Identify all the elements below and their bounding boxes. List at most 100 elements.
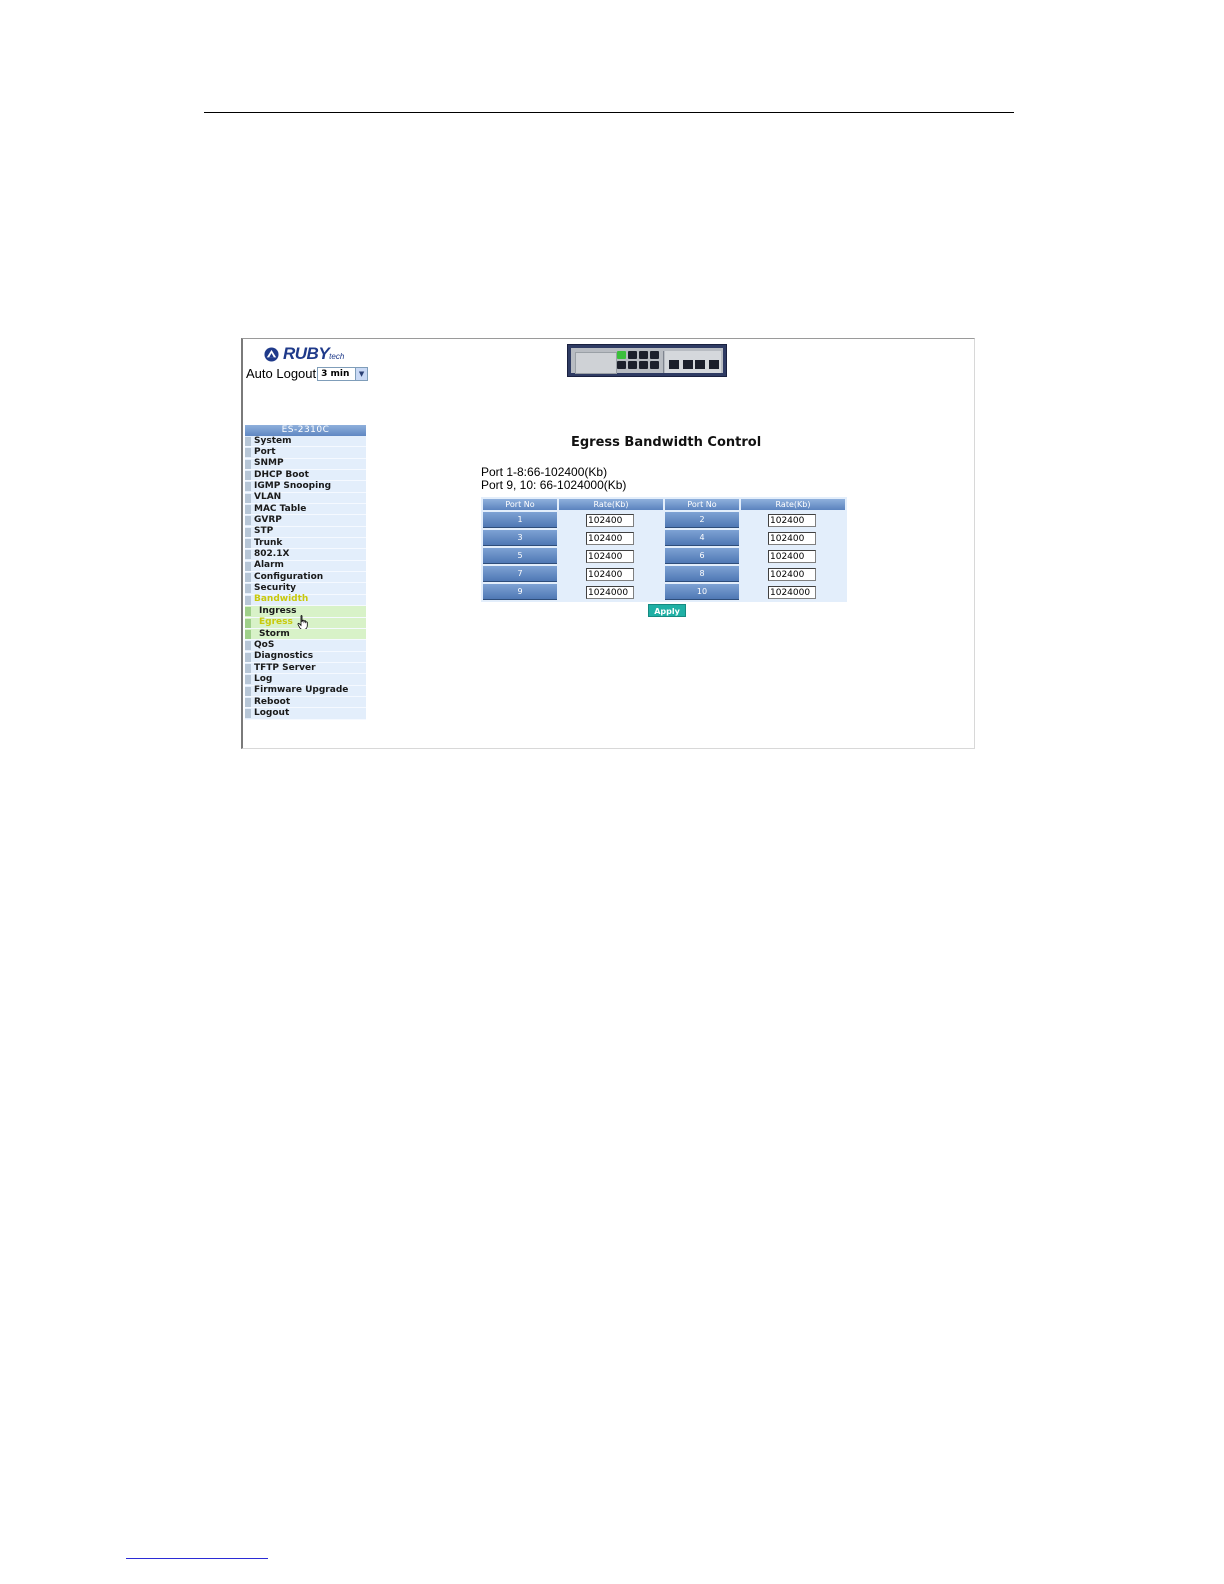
chevron-down-icon[interactable]: ▼ — [355, 367, 368, 380]
rate-input[interactable]: 102400 — [768, 549, 816, 563]
bullet-icon — [245, 437, 251, 446]
sidebar-item-diagnostics[interactable]: Diagnostics — [245, 651, 366, 663]
sidebar-item-log[interactable]: Log — [245, 674, 366, 686]
sidebar-subitem-egress[interactable]: Egress — [245, 614, 366, 630]
port-number-cell: 3 — [483, 530, 557, 546]
sidebar-item-dhcp-boot[interactable]: DHCP Boot — [245, 470, 366, 482]
page-title: Egress Bandwidth Control — [571, 435, 762, 450]
sidebar-item-configuration[interactable]: Configuration — [245, 571, 366, 584]
bullet-icon — [245, 550, 251, 560]
table-row: 7 102400 8 102400 — [483, 566, 845, 582]
bullet-icon — [245, 493, 251, 503]
rate-cell: 102400 — [559, 512, 663, 528]
sidebar-item-firmware-upgrade[interactable]: Firmware Upgrade — [245, 685, 366, 697]
sidebar-item-logout[interactable]: Logout — [245, 708, 366, 720]
rate-input[interactable]: 1024000 — [586, 585, 634, 599]
bullet-icon — [245, 595, 251, 605]
rate-cell: 1024000 — [559, 584, 663, 600]
bullet-icon — [245, 482, 251, 492]
sidebar-subitem-storm[interactable]: Storm — [245, 629, 366, 641]
bullet-icon — [245, 448, 251, 458]
rate-cell: 102400 — [559, 566, 663, 582]
sidebar-item-bandwidth[interactable]: Bandwidth — [245, 594, 366, 607]
device-port-icon — [639, 351, 648, 359]
sidebar-item-label: GVRP — [254, 515, 282, 526]
device-uplink-port-icon — [669, 360, 679, 369]
rate-input[interactable]: 102400 — [768, 531, 816, 545]
auto-logout: Auto Logout 3 min ▼ — [246, 366, 369, 381]
auto-logout-select[interactable]: 3 min ▼ — [317, 366, 369, 381]
device-port-icon — [617, 351, 626, 359]
logo-text: RUBY — [283, 344, 330, 363]
sidebar-item-tftp-server[interactable]: TFTP Server — [245, 663, 366, 675]
sidebar-item-security[interactable]: Security — [245, 583, 366, 595]
sidebar-item-alarm[interactable]: Alarm — [245, 560, 366, 573]
sidebar-item-system[interactable]: System — [245, 436, 366, 448]
device-divider — [663, 351, 664, 373]
device-port-icon — [628, 361, 637, 369]
sidebar-item-reboot[interactable]: Reboot — [245, 696, 366, 709]
rate-cell: 102400 — [559, 548, 663, 564]
sidebar-item-label: Egress — [259, 617, 293, 628]
bullet-icon — [245, 516, 251, 526]
device-label-panel — [575, 352, 617, 374]
rate-cell: 1024000 — [741, 584, 845, 600]
sidebar-item-label: Ingress — [259, 605, 297, 616]
column-header-port-no: Port No — [665, 499, 739, 510]
sidebar-item-802-1x[interactable]: 802.1X — [245, 549, 366, 561]
ruby-logo: RUBY tech — [264, 344, 344, 363]
rate-input[interactable]: 102400 — [768, 567, 816, 581]
sidebar-item-trunk[interactable]: Trunk — [245, 538, 366, 550]
sidebar-menu: ES-2310C System Port SNMP DHCP Boot IGMP… — [245, 425, 366, 720]
apply-button[interactable]: Apply — [648, 604, 686, 617]
bullet-icon — [245, 641, 251, 651]
sidebar-item-label: IGMP Snooping — [254, 481, 332, 492]
rate-input[interactable]: 102400 — [586, 531, 634, 545]
port-number-cell: 1 — [483, 512, 557, 528]
rate-input[interactable]: 1024000 — [768, 585, 816, 599]
bullet-icon — [245, 471, 251, 481]
bullet-icon — [245, 697, 251, 707]
device-port-icon — [617, 361, 626, 369]
device-faceplate — [571, 348, 723, 374]
rate-cell: 102400 — [741, 512, 845, 528]
page-top-rule — [204, 112, 1014, 113]
rate-cell: 102400 — [741, 530, 845, 546]
sidebar-item-label: Configuration — [254, 571, 324, 582]
table-header-row: Port No Rate(Kb) Port No Rate(Kb) — [483, 499, 845, 510]
sidebar-item-port[interactable]: Port — [245, 447, 366, 459]
sidebar-item-label: SNMP — [254, 458, 284, 469]
port-number-cell: 8 — [665, 566, 739, 582]
sidebar-item-label: Bandwidth — [254, 594, 309, 605]
bullet-icon — [245, 561, 251, 571]
rate-cell: 102400 — [741, 566, 845, 582]
device-uplink-port-icon — [695, 360, 705, 369]
sidebar-item-mac-table[interactable]: MAC Table — [245, 504, 366, 516]
sidebar-item-vlan[interactable]: VLAN — [245, 492, 366, 505]
bullet-icon — [245, 675, 251, 685]
device-port-icon — [650, 361, 659, 369]
sidebar-item-qos[interactable]: QoS — [245, 640, 366, 652]
sidebar-item-stp[interactable]: STP — [245, 526, 366, 539]
sidebar-item-label: STP — [254, 526, 274, 537]
port-number-cell: 6 — [665, 548, 739, 564]
sidebar-item-igmp-snooping[interactable]: IGMP Snooping — [245, 481, 366, 493]
sidebar-item-snmp[interactable]: SNMP — [245, 458, 366, 471]
sidebar-item-label: VLAN — [254, 492, 282, 503]
port-number-cell: 7 — [483, 566, 557, 582]
rate-input[interactable]: 102400 — [586, 549, 634, 563]
rate-input[interactable]: 102400 — [768, 513, 816, 527]
bandwidth-table: Port No Rate(Kb) Port No Rate(Kb) 1 1024… — [481, 497, 847, 602]
sidebar-item-gvrp[interactable]: GVRP — [245, 515, 366, 527]
bullet-icon — [245, 459, 251, 469]
bullet-icon — [245, 539, 251, 549]
port-range-info: Port 1-8:66-102400(Kb) Port 9, 10: 66-10… — [481, 466, 626, 492]
rate-input[interactable]: 102400 — [586, 567, 634, 581]
browser-screenshot: RUBY tech Auto Logout 3 min ▼ ES-2310C S… — [241, 338, 975, 749]
device-port-icon — [639, 361, 648, 369]
table-row: 1 102400 2 102400 — [483, 512, 845, 528]
bullet-icon — [245, 527, 251, 537]
auto-logout-label: Auto Logout — [246, 366, 317, 381]
sidebar-item-label: Reboot — [254, 696, 291, 707]
rate-input[interactable]: 102400 — [586, 513, 634, 527]
